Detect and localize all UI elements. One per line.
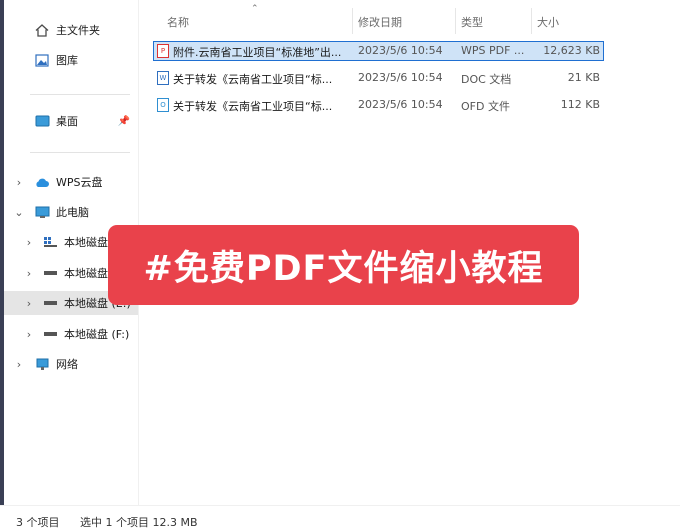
column-header-size[interactable]: 大小	[537, 14, 559, 30]
banner-text: #免费PDF文件缩小教程	[143, 248, 544, 289]
home-icon	[34, 23, 50, 37]
nav-item-desktop[interactable]: 桌面 📌	[4, 109, 138, 133]
nav-item-drive-f[interactable]: › 本地磁盘 (F:)	[4, 322, 138, 346]
file-size: 21 KB	[567, 71, 600, 84]
file-name: 附件.云南省工业项目“标准地”出...	[173, 46, 342, 59]
cloud-icon	[34, 175, 50, 189]
file-date: 2023/5/6 10:54	[358, 98, 443, 111]
nav-item-gallery[interactable]: 图库	[4, 48, 138, 72]
item-count: 3 个项目	[16, 516, 60, 529]
ofd-file-icon: O	[157, 98, 169, 112]
column-divider[interactable]	[352, 8, 353, 34]
nav-item-label: WPS云盘	[56, 176, 103, 189]
nav-item-label: 主文件夹	[56, 24, 100, 37]
nav-item-label: 本地磁盘	[64, 267, 108, 280]
file-size: 12,623 KB	[543, 44, 600, 57]
file-date: 2023/5/6 10:54	[358, 44, 443, 57]
file-size: 112 KB	[560, 98, 600, 111]
file-row[interactable]: W 关于转发《云南省工业项目“标... 2023/5/6 10:54 DOC 文…	[153, 68, 604, 88]
column-header-date[interactable]: 修改日期	[358, 14, 402, 30]
nav-separator	[30, 94, 130, 95]
nav-item-home[interactable]: 主文件夹	[4, 18, 138, 42]
drive-icon	[42, 296, 58, 310]
chevron-right-icon[interactable]: ›	[24, 236, 34, 249]
chevron-right-icon[interactable]: ›	[24, 328, 34, 341]
sort-ascending-icon: ⌃	[251, 4, 259, 14]
nav-item-label: 本地磁盘 (F:)	[64, 328, 130, 341]
file-row[interactable]: O 关于转发《云南省工业项目“标... 2023/5/6 10:54 OFD 文…	[153, 95, 604, 115]
gallery-icon	[34, 53, 50, 67]
pdf-file-icon: P	[157, 44, 169, 58]
chevron-right-icon[interactable]: ›	[24, 297, 34, 310]
file-type: WPS PDF ...	[461, 44, 525, 57]
nav-item-label: 网络	[56, 358, 78, 371]
nav-item-this-pc[interactable]: ⌄ 此电脑	[4, 200, 138, 224]
drive-icon	[42, 235, 58, 249]
nav-item-label: 桌面	[56, 115, 78, 128]
file-name: 关于转发《云南省工业项目“标...	[173, 73, 333, 86]
chevron-right-icon[interactable]: ›	[24, 267, 34, 280]
nav-item-label: 图库	[56, 54, 78, 67]
pin-icon: 📌	[117, 115, 130, 127]
nav-separator	[30, 152, 130, 153]
doc-file-icon: W	[157, 71, 169, 85]
file-type: DOC 文档	[461, 73, 512, 86]
computer-icon	[34, 205, 50, 219]
drive-icon	[42, 327, 58, 341]
file-type: OFD 文件	[461, 100, 510, 113]
chevron-down-icon[interactable]: ⌄	[14, 206, 24, 219]
column-divider[interactable]	[455, 8, 456, 34]
status-bar: 3 个项目 选中 1 个项目 12.3 MB	[0, 505, 680, 531]
network-icon	[34, 357, 50, 371]
chevron-right-icon[interactable]: ›	[14, 358, 24, 371]
nav-item-wps-cloud[interactable]: › WPS云盘	[4, 170, 138, 194]
column-header-type[interactable]: 类型	[461, 14, 483, 30]
file-row[interactable]: P 附件.云南省工业项目“标准地”出... 2023/5/6 10:54 WPS…	[153, 41, 604, 61]
nav-item-label: 本地磁盘	[64, 236, 108, 249]
desktop-icon	[34, 114, 50, 128]
overlay-banner: #免费PDF文件缩小教程	[108, 225, 579, 305]
file-date: 2023/5/6 10:54	[358, 71, 443, 84]
nav-item-label: 此电脑	[56, 206, 89, 219]
chevron-right-icon[interactable]: ›	[14, 176, 24, 189]
column-divider[interactable]	[531, 8, 532, 34]
file-name: 关于转发《云南省工业项目“标...	[173, 100, 333, 113]
drive-icon	[42, 266, 58, 280]
column-header-name[interactable]: 名称	[167, 14, 189, 30]
nav-item-network[interactable]: › 网络	[4, 352, 138, 376]
selection-info: 选中 1 个项目 12.3 MB	[80, 516, 198, 529]
